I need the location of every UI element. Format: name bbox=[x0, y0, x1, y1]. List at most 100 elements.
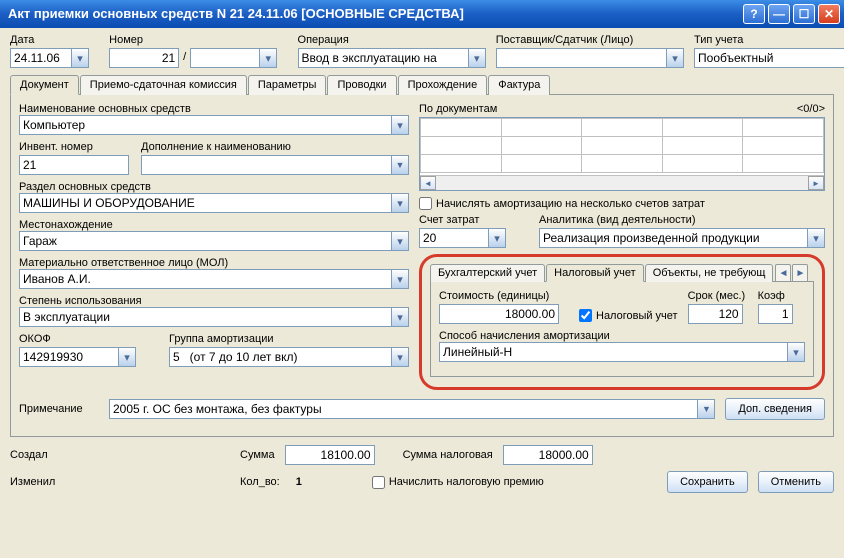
term-input[interactable] bbox=[688, 304, 743, 324]
cost-acct-lookup-button[interactable]: ▾ bbox=[488, 228, 506, 248]
section-lookup-button[interactable]: ▾ bbox=[391, 193, 409, 213]
mol-lookup-button[interactable]: ▾ bbox=[391, 269, 409, 289]
save-button[interactable]: Сохранить bbox=[667, 471, 748, 493]
number-lookup-button[interactable]: ▾ bbox=[259, 48, 277, 68]
tax-accounting-highlight: Бухгалтерский учет Налоговый учет Объект… bbox=[419, 254, 825, 390]
help-button[interactable]: ? bbox=[743, 4, 765, 24]
scroll-right-icon[interactable]: ► bbox=[808, 176, 824, 190]
number-input[interactable] bbox=[109, 48, 179, 68]
sum-input[interactable] bbox=[285, 445, 375, 465]
cost-acct-input[interactable] bbox=[419, 228, 489, 248]
modified-label: Изменил bbox=[10, 476, 100, 488]
amort-multi-checkbox[interactable] bbox=[419, 197, 432, 210]
maximize-button[interactable]: ☐ bbox=[793, 4, 815, 24]
supplier-input[interactable] bbox=[496, 48, 667, 68]
location-label: Местонахождение bbox=[19, 219, 113, 231]
window-titlebar: Акт приемки основных средств N 21 24.11.… bbox=[0, 0, 844, 28]
term-label: Срок (мес.) bbox=[688, 290, 748, 302]
account-type-input[interactable] bbox=[694, 48, 844, 68]
mol-input[interactable] bbox=[19, 269, 392, 289]
inv-label: Инвент. номер bbox=[19, 141, 129, 153]
scroll-left-icon[interactable]: ◄ bbox=[420, 176, 436, 190]
analytics-label: Аналитика (вид деятельности) bbox=[539, 214, 825, 226]
cost-acct-label: Счет затрат bbox=[419, 214, 529, 226]
method-lookup-button[interactable]: ▾ bbox=[787, 342, 805, 362]
addname-label: Дополнение к наименованию bbox=[141, 141, 409, 153]
sub-tabstrip: Бухгалтерский учет Налоговый учет Объект… bbox=[430, 263, 814, 282]
minimize-button[interactable]: — bbox=[768, 4, 790, 24]
subtab-accounting[interactable]: Бухгалтерский учет bbox=[430, 264, 545, 282]
asset-name-label: Наименование основных средств bbox=[19, 103, 191, 115]
analytics-lookup-button[interactable]: ▾ bbox=[807, 228, 825, 248]
usage-label: Степень использования bbox=[19, 295, 142, 307]
tab-progress[interactable]: Прохождение bbox=[398, 75, 488, 95]
account-type-label: Тип учета bbox=[694, 34, 834, 46]
tax-cost-input[interactable] bbox=[439, 304, 559, 324]
tax-checkbox-label: Налоговый учет bbox=[596, 310, 678, 322]
sum-tax-label: Сумма налоговая bbox=[403, 449, 493, 461]
tab-document[interactable]: Документ bbox=[10, 75, 79, 95]
supplier-label: Поставщик/Сдатчик (Лицо) bbox=[496, 34, 684, 46]
extra-info-button[interactable]: Доп. сведения bbox=[725, 398, 825, 420]
okof-input[interactable] bbox=[19, 347, 119, 367]
asset-name-lookup-button[interactable]: ▾ bbox=[391, 115, 409, 135]
tax-cost-label: Стоимость (единицы) bbox=[439, 290, 569, 302]
close-button[interactable]: ✕ bbox=[818, 4, 840, 24]
cancel-button[interactable]: Отменить bbox=[758, 471, 834, 493]
note-dropdown-button[interactable]: ▼ bbox=[697, 399, 715, 419]
koef-input[interactable] bbox=[758, 304, 793, 324]
inv-input[interactable] bbox=[19, 155, 129, 175]
documents-grid[interactable]: ◄ ► bbox=[419, 117, 825, 191]
amort-multi-label: Начислять амортизацию на несколько счето… bbox=[436, 198, 705, 210]
tab-params[interactable]: Параметры bbox=[248, 75, 327, 95]
note-input[interactable] bbox=[109, 399, 698, 419]
number-label: Номер bbox=[109, 34, 287, 46]
date-input[interactable] bbox=[10, 48, 72, 68]
supplier-lookup-button[interactable]: ▾ bbox=[666, 48, 684, 68]
tab-provodki[interactable]: Проводки bbox=[327, 75, 396, 95]
asset-name-input[interactable] bbox=[19, 115, 392, 135]
sum-tax-input[interactable] bbox=[503, 445, 593, 465]
date-picker-button[interactable]: ▾ bbox=[71, 48, 89, 68]
qty-label: Кол_во: bbox=[240, 476, 280, 488]
amort-group-label: Группа амортизации bbox=[169, 333, 409, 345]
tab-invoice[interactable]: Фактура bbox=[488, 75, 550, 95]
operation-label: Операция bbox=[298, 34, 486, 46]
addname-dropdown-button[interactable]: ▼ bbox=[391, 155, 409, 175]
tax-premium-label: Начислить налоговую премию bbox=[389, 476, 544, 488]
document-panel: Наименование основных средств ▾ Инвент. … bbox=[10, 95, 834, 437]
subtab-tax[interactable]: Налоговый учет bbox=[546, 264, 644, 282]
window-title: Акт приемки основных средств N 21 24.11.… bbox=[8, 6, 740, 21]
usage-lookup-button[interactable]: ▾ bbox=[391, 307, 409, 327]
date-label: Дата bbox=[10, 34, 99, 46]
operation-input[interactable] bbox=[298, 48, 469, 68]
section-label: Раздел основных средств bbox=[19, 181, 151, 193]
method-input[interactable] bbox=[439, 342, 788, 362]
subtab-objects[interactable]: Объекты, не требующ bbox=[645, 264, 774, 282]
tax-checkbox[interactable] bbox=[579, 309, 592, 322]
tab-commission[interactable]: Приемо-сдаточная комиссия bbox=[80, 75, 247, 95]
number2-input[interactable] bbox=[190, 48, 260, 68]
sum-label: Сумма bbox=[240, 449, 275, 461]
amort-group-input[interactable] bbox=[169, 347, 392, 367]
bydoc-label: По документам bbox=[419, 103, 497, 115]
location-lookup-button[interactable]: ▾ bbox=[391, 231, 409, 251]
grid-hscrollbar[interactable]: ◄ ► bbox=[420, 175, 824, 190]
location-input[interactable] bbox=[19, 231, 392, 251]
analytics-input[interactable] bbox=[539, 228, 808, 248]
operation-lookup-button[interactable]: ▾ bbox=[468, 48, 486, 68]
usage-input[interactable] bbox=[19, 307, 392, 327]
addname-input[interactable] bbox=[141, 155, 392, 175]
qty-value: 1 bbox=[296, 476, 302, 488]
subtab-nav-left[interactable]: ◄ bbox=[775, 264, 791, 282]
subtab-nav-right[interactable]: ► bbox=[792, 264, 808, 282]
okof-lookup-button[interactable]: ▾ bbox=[118, 347, 136, 367]
main-tabstrip: Документ Приемо-сдаточная комиссия Парам… bbox=[10, 74, 834, 95]
tax-premium-checkbox[interactable] bbox=[372, 476, 385, 489]
mol-label: Материально ответственное лицо (МОЛ) bbox=[19, 257, 228, 269]
amort-group-lookup-button[interactable]: ▾ bbox=[391, 347, 409, 367]
section-input[interactable] bbox=[19, 193, 392, 213]
okof-label: ОКОФ bbox=[19, 333, 159, 345]
pager: <0/0> bbox=[797, 103, 825, 117]
number-separator: / bbox=[179, 48, 190, 68]
